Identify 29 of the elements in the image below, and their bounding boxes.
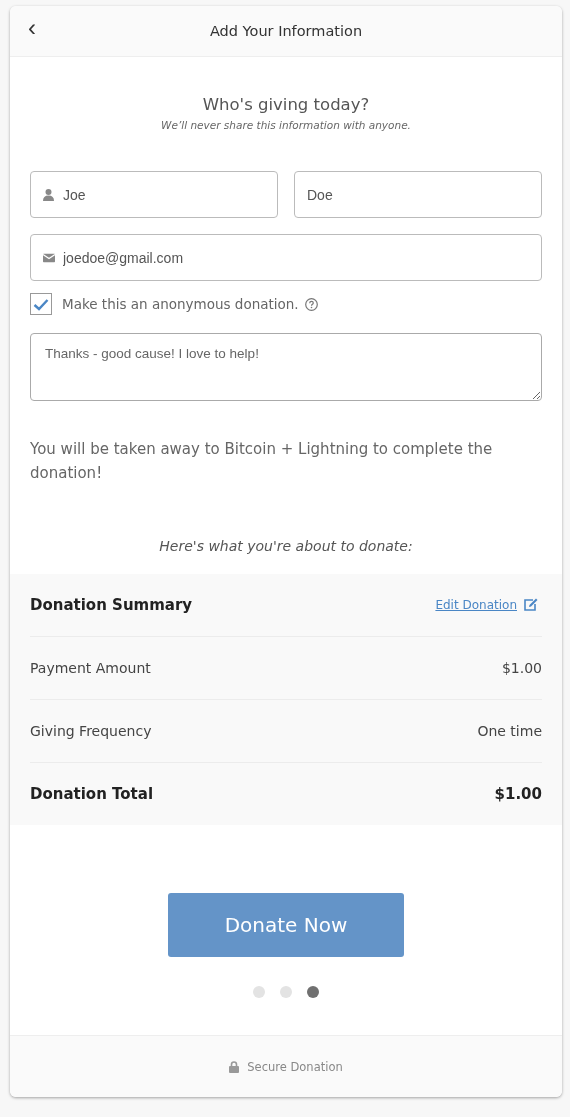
secure-note: Secure Donation bbox=[247, 1059, 343, 1074]
privacy-note: We’ll never share this information with anyone. bbox=[160, 119, 412, 131]
summary-label: Donation Total bbox=[30, 785, 154, 803]
summary-intro: Here's what you're about to donate: bbox=[158, 538, 414, 554]
anonymous-label: Make this an anonymous donation. bbox=[62, 296, 299, 312]
envelope-icon bbox=[43, 253, 55, 262]
step-dot[interactable] bbox=[280, 986, 292, 998]
page-title: Add Your Information bbox=[209, 23, 363, 39]
edit-donation-link[interactable]: Edit Donation bbox=[435, 598, 538, 612]
step-dot[interactable] bbox=[307, 986, 319, 998]
summary-value: One time bbox=[477, 723, 542, 739]
summary-title: Donation Summary bbox=[30, 596, 193, 614]
help-icon[interactable] bbox=[304, 297, 318, 311]
summary-value: $1.00 bbox=[501, 660, 542, 676]
anonymous-checkbox[interactable] bbox=[30, 293, 52, 315]
summary-value: $1.00 bbox=[494, 785, 542, 803]
person-icon bbox=[43, 188, 54, 201]
section-heading: Who's giving today? bbox=[201, 95, 371, 114]
edit-icon bbox=[523, 598, 538, 612]
lock-icon bbox=[229, 1060, 240, 1073]
last-name-field[interactable]: Doe bbox=[294, 171, 542, 218]
first-name-field[interactable]: Joe bbox=[30, 171, 278, 218]
step-dot[interactable] bbox=[253, 986, 265, 998]
back-button[interactable]: ‹ bbox=[28, 16, 36, 40]
email-field[interactable]: joedoe@gmail.com bbox=[30, 234, 542, 281]
summary-label: Giving Frequency bbox=[30, 723, 152, 739]
message-field[interactable]: Thanks - good cause! I love to help! bbox=[30, 333, 542, 401]
summary-label: Payment Amount bbox=[30, 660, 151, 676]
redirect-notice: You will be taken away to Bitcoin + Lightning to complete the donation! bbox=[30, 439, 494, 484]
